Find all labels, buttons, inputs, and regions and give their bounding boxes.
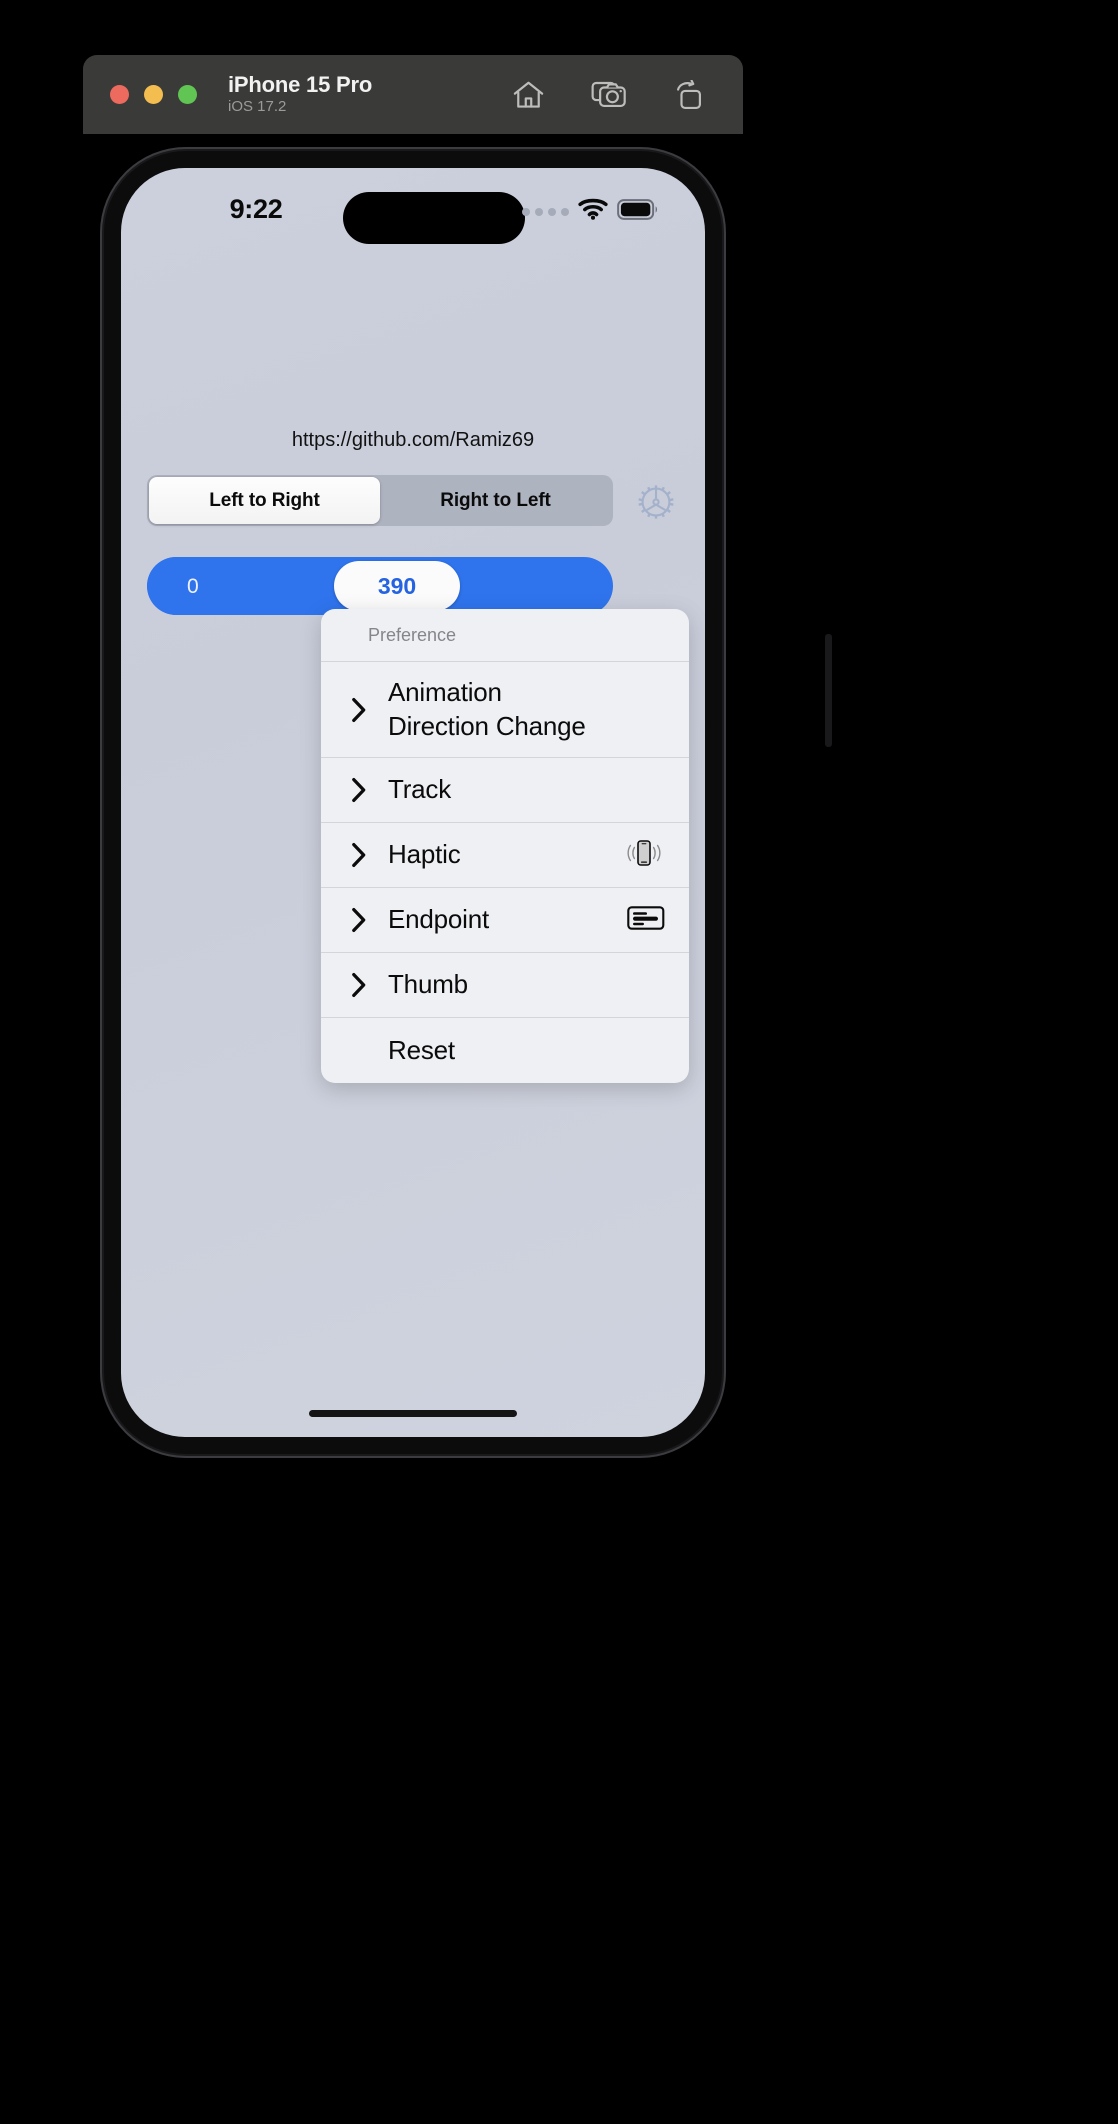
menu-item-label: Reset bbox=[388, 1034, 455, 1065]
menu-item-animation[interactable]: Animation Direction Change bbox=[321, 662, 689, 758]
gear-icon[interactable] bbox=[632, 478, 680, 526]
dynamic-island bbox=[343, 192, 525, 244]
direction-segmented-control[interactable]: Left to Right Right to Left bbox=[147, 475, 613, 526]
screenshot-icon[interactable] bbox=[591, 80, 627, 110]
menu-header: Preference bbox=[321, 609, 689, 662]
status-indicators bbox=[522, 198, 659, 225]
status-clock: 9:22 bbox=[229, 194, 283, 224]
menu-item-endpoint[interactable]: Endpoint bbox=[321, 888, 689, 953]
chevron-right-icon bbox=[348, 972, 370, 998]
menu-item-label: Animation Direction Change bbox=[388, 677, 586, 741]
menu-item-trailing bbox=[623, 838, 665, 873]
haptic-icon bbox=[623, 838, 665, 873]
simulator-title-group: iPhone 15 Pro iOS 17.2 bbox=[228, 71, 373, 116]
chevron-right-icon bbox=[348, 842, 370, 868]
home-icon[interactable] bbox=[512, 80, 545, 110]
zoom-button[interactable] bbox=[178, 85, 197, 104]
wifi-icon bbox=[578, 198, 608, 225]
menu-item-label: Track bbox=[388, 774, 452, 805]
close-button[interactable] bbox=[110, 85, 129, 104]
minimize-button[interactable] bbox=[144, 85, 163, 104]
device-screen: 9:22 https://github.com/Ramiz69 Left to … bbox=[121, 168, 705, 1437]
ios-status-bar: 9:22 bbox=[121, 168, 705, 260]
menu-item-haptic[interactable]: Haptic bbox=[321, 823, 689, 888]
device-frame: 9:22 https://github.com/Ramiz69 Left to … bbox=[100, 147, 832, 1458]
url-label: https://github.com/Ramiz69 bbox=[291, 429, 535, 451]
screenshot-root: iPhone 15 Pro iOS 17.2 9:22 https://gith… bbox=[0, 0, 1118, 2124]
slider-thumb[interactable]: 390 bbox=[334, 561, 460, 611]
endpoint-icon bbox=[627, 904, 665, 937]
device-name: iPhone 15 Pro bbox=[228, 71, 373, 97]
segment-right-to-left[interactable]: Right to Left bbox=[380, 477, 611, 524]
rotate-icon[interactable] bbox=[673, 79, 705, 110]
chevron-right-icon bbox=[348, 777, 370, 803]
cellular-signal-icon bbox=[522, 207, 569, 216]
simulator-toolbar bbox=[512, 79, 705, 110]
window-controls bbox=[110, 85, 197, 104]
home-indicator[interactable] bbox=[309, 1410, 517, 1417]
os-version: iOS 17.2 bbox=[228, 98, 287, 116]
range-slider[interactable]: 0 390 bbox=[147, 557, 613, 615]
menu-item-label: Haptic bbox=[388, 839, 461, 870]
menu-rows: Animation Direction Change Track Haptic E… bbox=[321, 662, 689, 1083]
menu-item-label: Endpoint bbox=[388, 904, 490, 935]
slider-min-label: 0 bbox=[187, 575, 199, 598]
chevron-right-icon bbox=[348, 907, 370, 933]
battery-icon bbox=[617, 198, 659, 225]
menu-item-track[interactable]: Track bbox=[321, 758, 689, 823]
preference-menu: Preference Animation Direction Change Tra… bbox=[321, 609, 689, 1083]
menu-item-thumb[interactable]: Thumb bbox=[321, 953, 689, 1018]
simulator-titlebar: iPhone 15 Pro iOS 17.2 bbox=[83, 55, 743, 134]
menu-item-trailing bbox=[627, 904, 665, 937]
chevron-right-icon bbox=[348, 697, 370, 723]
power-button[interactable] bbox=[825, 634, 832, 747]
menu-item-label: Thumb bbox=[388, 969, 468, 1000]
menu-item-reset[interactable]: Reset bbox=[321, 1018, 689, 1083]
segment-left-to-right[interactable]: Left to Right bbox=[149, 477, 380, 524]
